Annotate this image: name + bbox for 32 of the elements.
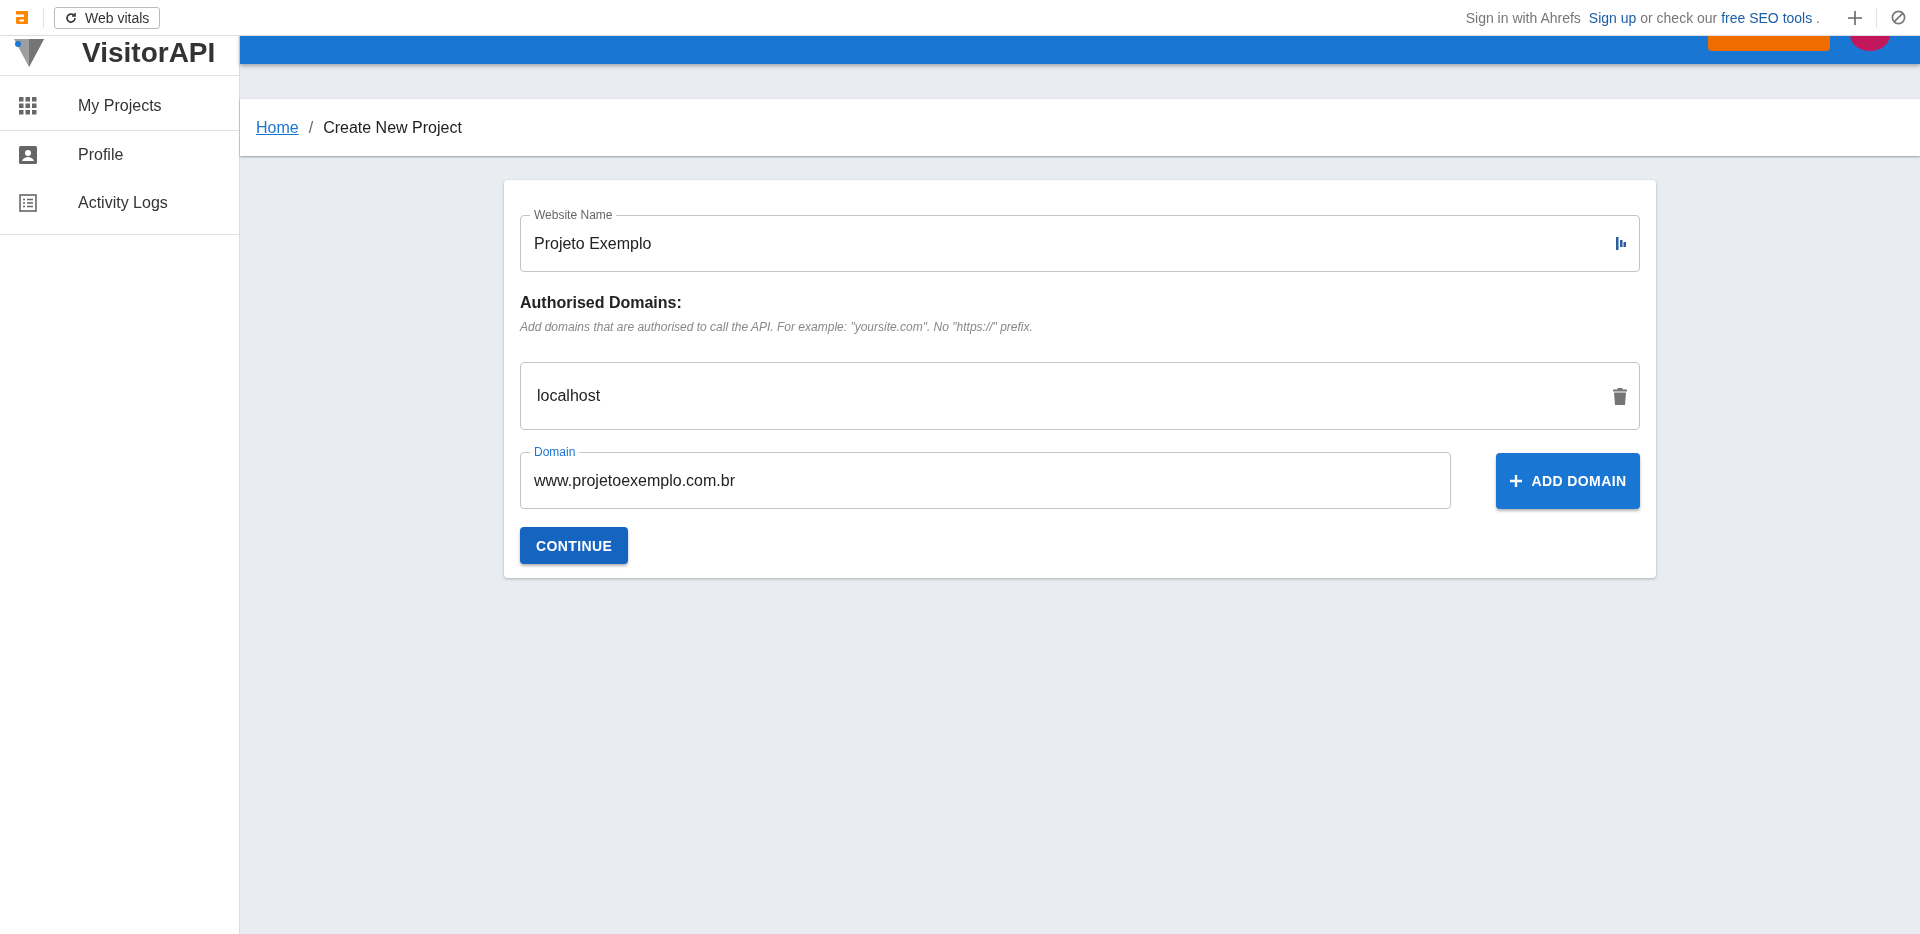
link[interactable]: free SEO tools bbox=[1721, 9, 1813, 26]
trash-icon[interactable] bbox=[1613, 387, 1627, 405]
sign-in-text: Sign in with Ahrefs bbox=[1465, 9, 1581, 26]
logo-icon bbox=[14, 38, 44, 67]
plus-icon[interactable] bbox=[1848, 10, 1862, 25]
block-icon[interactable] bbox=[1891, 10, 1906, 25]
list-icon bbox=[19, 194, 37, 212]
website-name-field[interactable]: Website Name Projeto Exemplo bbox=[520, 208, 1640, 272]
plus-icon bbox=[1509, 475, 1522, 487]
add-domain-button[interactable]: ADD DOMAIN bbox=[1496, 453, 1640, 509]
sidebar-item[interactable]: My Projects bbox=[0, 82, 239, 130]
hint-text: Add domains that are authorised to call the API. For example: "yoursite.com". No "https://" prefix. bbox=[520, 320, 1034, 334]
field-label: Domain bbox=[533, 445, 577, 459]
breadcrumb-separator: / bbox=[308, 118, 314, 137]
sidebar-item[interactable]: Profile bbox=[0, 131, 239, 179]
link[interactable]: Sign up bbox=[1588, 9, 1637, 26]
section-heading: Authorised Domains: bbox=[520, 294, 683, 312]
extension-icon bbox=[1616, 237, 1626, 250]
profile-icon bbox=[19, 146, 37, 164]
continue-button[interactable]: CONTINUE bbox=[520, 527, 629, 564]
grid-icon bbox=[19, 97, 37, 115]
domain-field[interactable]: Domain www.projetoexemplo.com.br bbox=[520, 445, 1451, 509]
promo-text: Sign up or check our free SEO tools . bbox=[1588, 9, 1820, 26]
refresh-icon bbox=[65, 11, 77, 24]
sidebar-item[interactable]: Activity Logs bbox=[0, 179, 239, 227]
home-link[interactable]: Home bbox=[256, 118, 299, 137]
logo-icon bbox=[16, 11, 29, 24]
field-label: Website Name bbox=[533, 208, 614, 222]
web-vitals-button[interactable]: Web vitals bbox=[54, 6, 161, 29]
current-page: Create New Project bbox=[323, 118, 462, 137]
app-name: VisitorAPI bbox=[82, 36, 216, 69]
domain-name: localhost bbox=[537, 387, 601, 405]
